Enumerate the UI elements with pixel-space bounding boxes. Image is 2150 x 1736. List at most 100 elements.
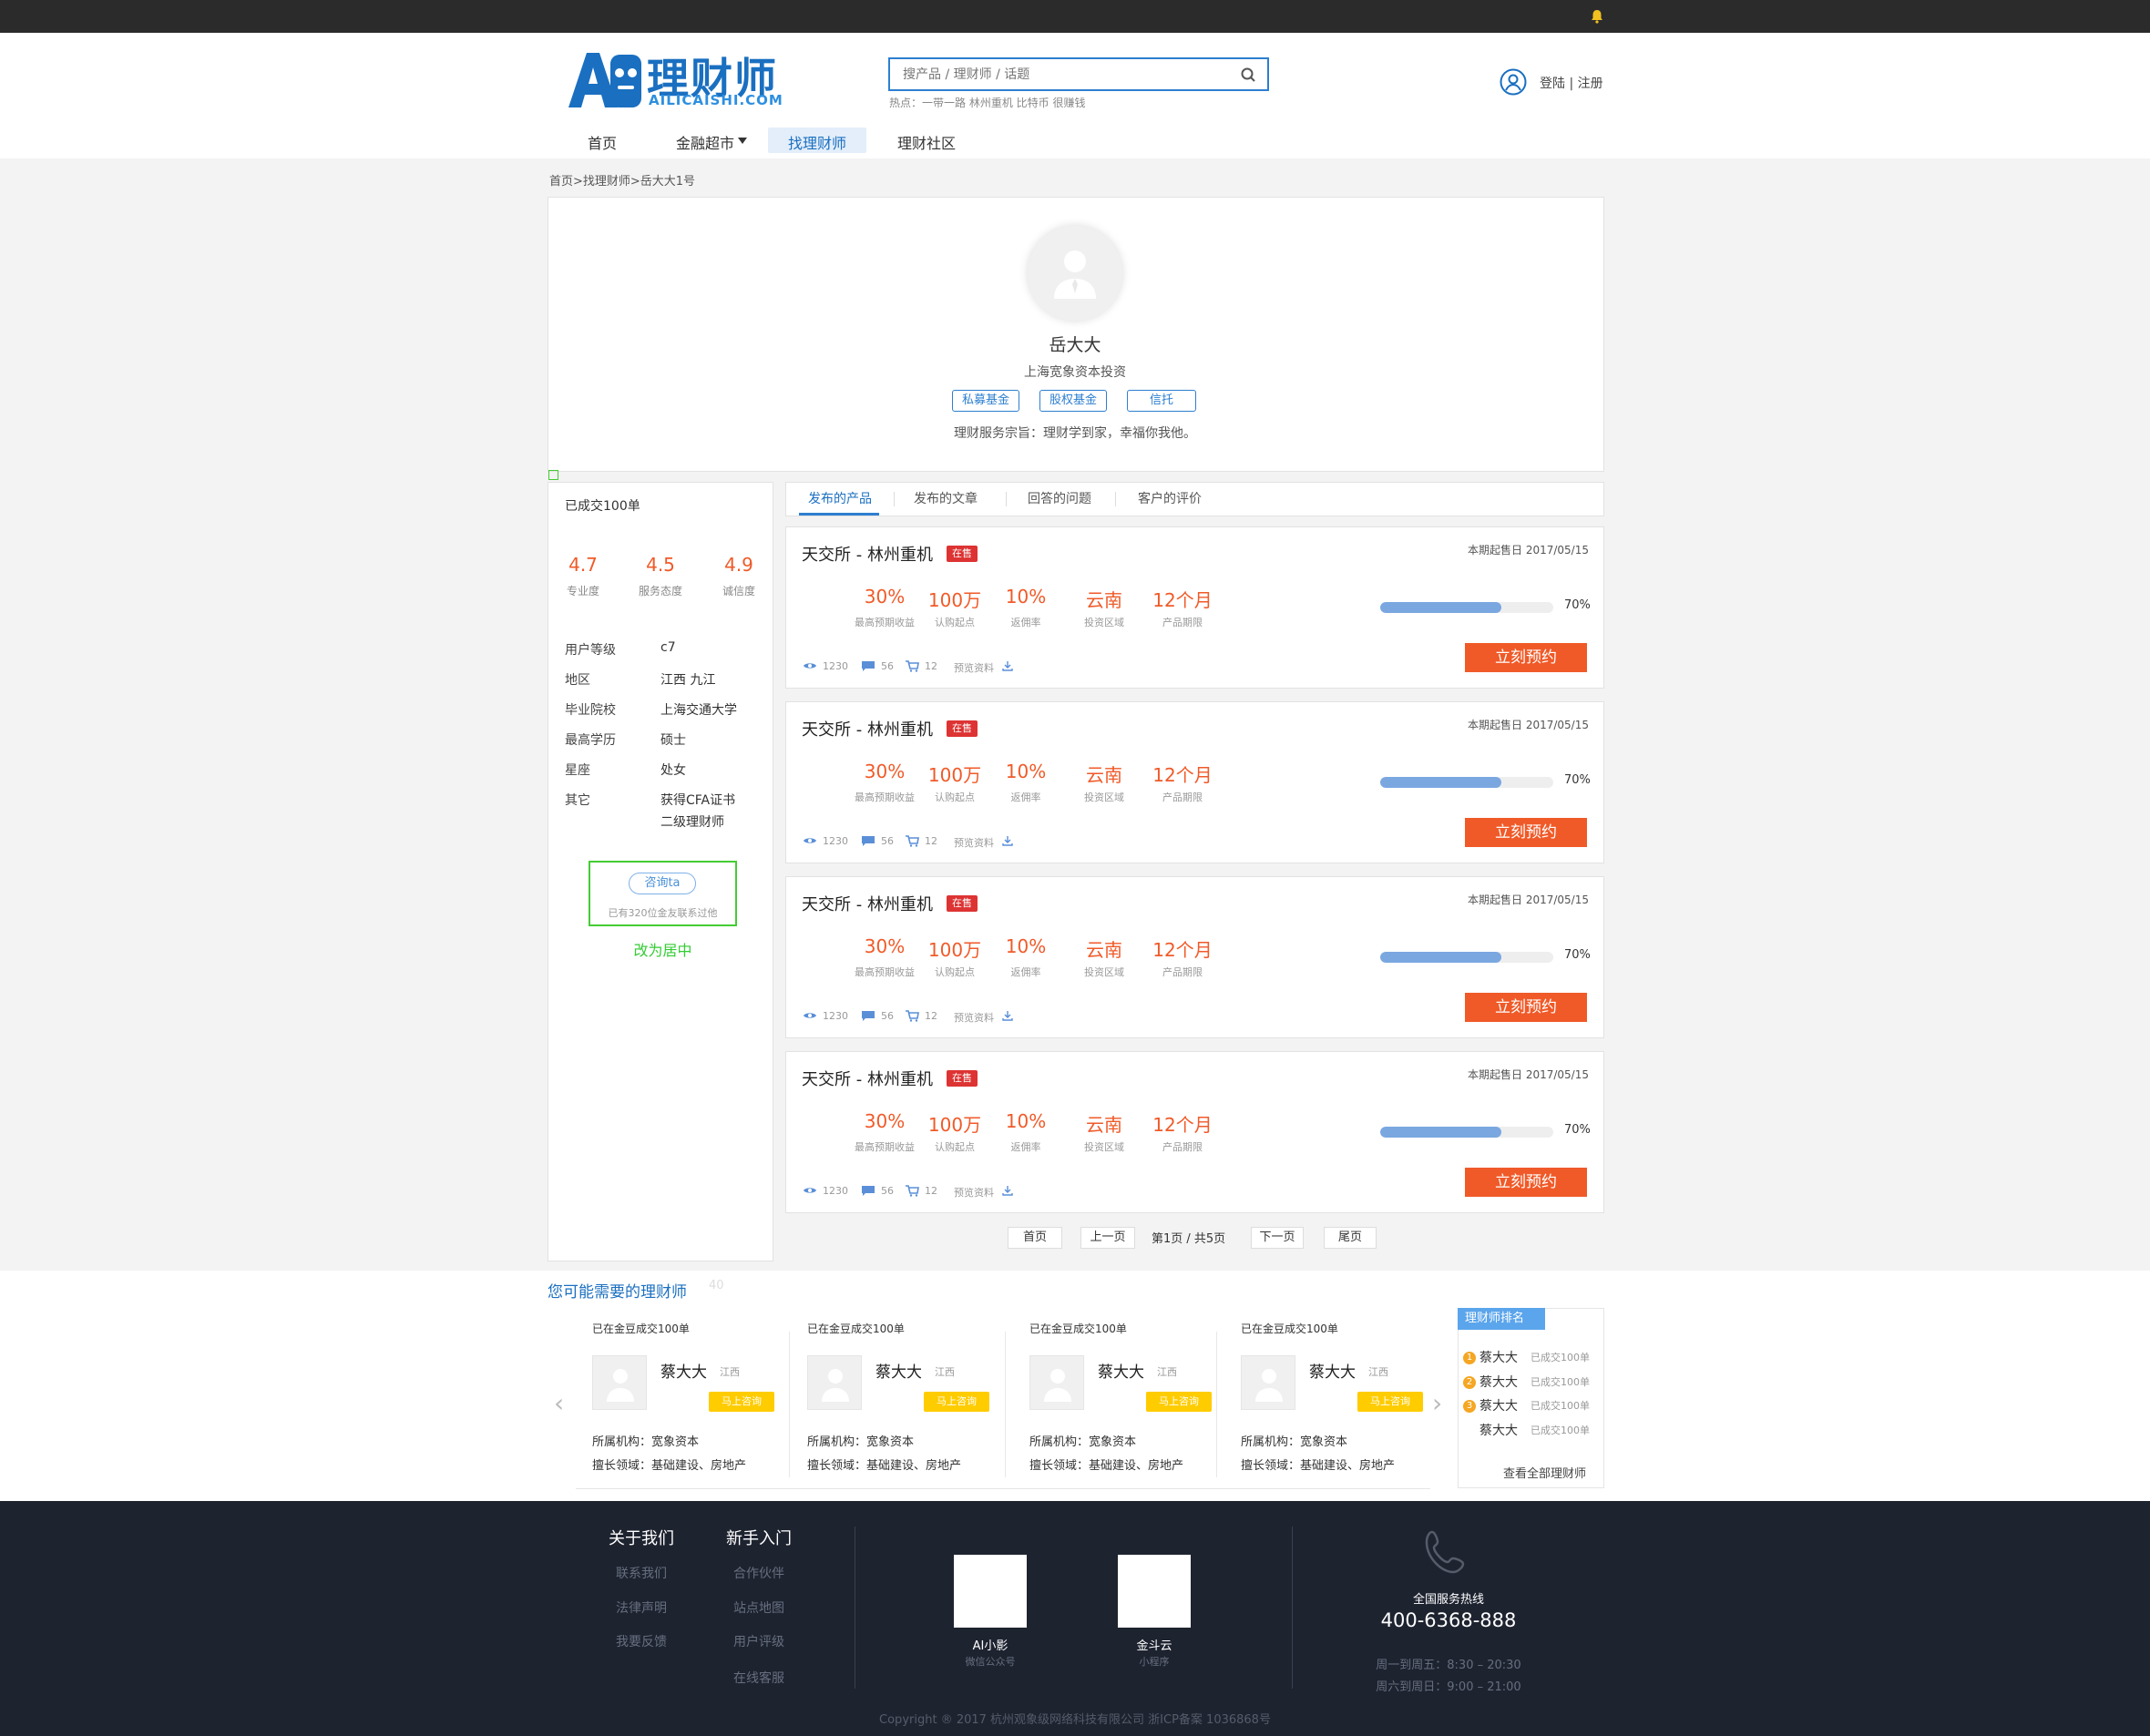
reserve-now-button[interactable]: 立刻预约 [1465,818,1587,847]
product-title[interactable]: 天交所 - 林州重机 [802,892,933,915]
consult-now-button[interactable]: 马上咨询 [924,1392,989,1412]
progress-bar [1380,777,1553,788]
carousel-prev-arrow[interactable]: ‹ [554,1388,564,1418]
product-title[interactable]: 天交所 - 林州重机 [802,717,933,740]
download-icon[interactable] [1002,835,1013,846]
comment-icon [862,836,875,846]
user-icon[interactable] [1500,68,1527,96]
view-all-advisors-link[interactable]: 查看全部理财师 [1503,1464,1586,1481]
nav-find-advisor[interactable]: 找理财师 [788,131,846,153]
footer-link[interactable]: 合作伙伴 [733,1564,784,1582]
metric-label: 产品期限 [1162,791,1203,803]
person-icon [1255,1369,1283,1402]
ranking-row[interactable]: 1 蔡大大 已成交100单 [1463,1348,1600,1366]
footer-link[interactable]: 法律声明 [616,1598,667,1617]
advisor-name[interactable]: 蔡大大 [1098,1359,1144,1382]
progress-fill [1380,602,1501,613]
bell-icon[interactable] [1589,8,1605,25]
page-last-button[interactable]: 尾页 [1324,1227,1377,1249]
reserve-now-button[interactable]: 立刻预约 [1465,1168,1587,1197]
progress-percent: 70% [1564,773,1591,787]
consult-button[interactable]: 咨询ta [629,873,696,894]
download-icon[interactable] [1002,1010,1013,1021]
reserve-now-button[interactable]: 立刻预约 [1465,993,1587,1022]
tag-trust[interactable]: 信托 [1127,390,1196,412]
advisor-org: 上海宽象资本投资 [1024,365,1126,380]
rank-advisor-name: 蔡大大 [1479,1399,1518,1414]
service-hours: 周一到周五：8:30 – 20:30 [1376,1659,1521,1672]
preview-docs-link[interactable]: 预览资料 [954,835,994,850]
progress-fill [1380,952,1501,963]
info-value: 江西 九江 [660,673,716,688]
advisor-field: 擅长领域：基础建设、房地产 [592,1459,747,1473]
product-title[interactable]: 天交所 - 林州重机 [802,1067,933,1090]
product-card[interactable]: 天交所 - 林州重机 在售 本期起售日 2017/05/15 30% 最高预期收益 100… [785,526,1604,689]
metric-value: 12个月 [1152,764,1213,786]
person-icon [1054,250,1096,299]
score-service: 4.5 [646,554,675,576]
advisor-name[interactable]: 蔡大大 [660,1359,707,1382]
advisor-avatar [1241,1355,1295,1410]
progress-bar [1380,952,1553,963]
footer-link[interactable]: 站点地图 [733,1598,784,1617]
download-icon[interactable] [1002,1185,1013,1196]
preview-docs-link[interactable]: 预览资料 [954,1185,994,1200]
consult-now-button[interactable]: 马上咨询 [1357,1392,1423,1412]
page-next-button[interactable]: 下一页 [1251,1227,1304,1249]
logo-icon[interactable] [567,49,643,109]
preview-docs-link[interactable]: 预览资料 [954,1010,994,1025]
page-prev-button[interactable]: 上一页 [1080,1227,1135,1249]
hot-topics[interactable]: 热点：一带一路 林州重机 比特币 很赚钱 [889,95,1085,110]
consult-note: 已有320位金友联系过他 [608,907,718,919]
advisor-card[interactable]: 已在金豆成交100单 蔡大大 江西 马上咨询 所属机构：宽象资本 擅长领域：基础建设、房地… [592,1321,797,1485]
consult-now-button[interactable]: 马上咨询 [709,1392,774,1412]
nav-community[interactable]: 理财社区 [897,131,956,153]
product-title[interactable]: 天交所 - 林州重机 [802,542,933,566]
comment-icon [862,1011,875,1021]
score-label: 诚信度 [722,585,755,597]
ranking-row[interactable]: 2 蔡大大 已成交100单 [1463,1373,1600,1391]
advisor-card[interactable]: 已在金豆成交100单 蔡大大 江西 马上咨询 所属机构：宽象资本 擅长领域：基础建设、房地… [807,1321,1012,1485]
breadcrumb[interactable]: 首页>找理财师>岳大大1号 [549,171,695,189]
on-sale-badge: 在售 [947,1070,978,1087]
reserve-now-button[interactable]: 立刻预约 [1465,643,1587,672]
tab-articles[interactable]: 发布的文章 [914,489,978,507]
tab-answers[interactable]: 回答的问题 [1028,489,1091,507]
download-icon[interactable] [1002,660,1013,671]
tab-reviews[interactable]: 客户的评价 [1138,489,1202,507]
ranking-row[interactable]: 蔡大大 已成交100单 [1463,1421,1600,1439]
rank-advisor-name: 蔡大大 [1479,1375,1518,1390]
tag-equity-fund[interactable]: 股权基金 [1039,390,1107,412]
tab-products[interactable]: 发布的产品 [808,489,872,507]
consult-now-button[interactable]: 马上咨询 [1146,1392,1212,1412]
product-card[interactable]: 天交所 - 林州重机 在售 本期起售日 2017/05/15 30% 最高预期收益 100… [785,1051,1604,1213]
product-card[interactable]: 天交所 - 林州重机 在售 本期起售日 2017/05/15 30% 最高预期收益 100… [785,701,1604,863]
progress-bar [1380,602,1553,613]
advisor-name[interactable]: 蔡大大 [1309,1359,1356,1382]
cart-icon [906,1185,919,1197]
footer-link[interactable]: 在线客服 [733,1669,784,1687]
advisor-deals: 已在金豆成交100单 [807,1322,905,1335]
product-card[interactable]: 天交所 - 林州重机 在售 本期起售日 2017/05/15 30% 最高预期收益 100… [785,876,1604,1038]
progress-percent: 70% [1564,1123,1591,1137]
advisor-card[interactable]: 已在金豆成交100单 蔡大大 江西 马上咨询 所属机构：宽象资本 擅长领域：基础建设、房地… [1029,1321,1234,1485]
on-sale-badge: 在售 [947,546,978,562]
advisor-card[interactable]: 已在金豆成交100单 蔡大大 江西 马上咨询 所属机构：宽象资本 擅长领域：基础建设、房地… [1241,1321,1446,1485]
recommend-faint-text: 40 [709,1279,724,1292]
footer-link[interactable]: 我要反馈 [616,1632,667,1650]
preview-docs-link[interactable]: 预览资料 [954,660,994,675]
footer-link[interactable]: 用户评级 [733,1632,784,1650]
search-icon[interactable] [1240,66,1256,83]
page-first-button[interactable]: 首页 [1008,1227,1062,1249]
info-key: 地区 [565,673,590,688]
advisor-name[interactable]: 蔡大大 [875,1359,922,1382]
login-register-link[interactable]: 登陆 | 注册 [1540,74,1603,92]
ranking-row[interactable]: 3 蔡大大 已成交100单 [1463,1396,1600,1414]
search-input[interactable] [903,65,1213,85]
tag-private-fund[interactable]: 私募基金 [952,390,1019,412]
advisor-field: 擅长领域：基础建设、房地产 [1241,1459,1396,1473]
nav-home[interactable]: 首页 [588,131,617,153]
footer-link[interactable]: 联系我们 [616,1564,667,1582]
nav-finance-market[interactable]: 金融超市 [676,131,734,153]
person-icon [1044,1369,1071,1402]
